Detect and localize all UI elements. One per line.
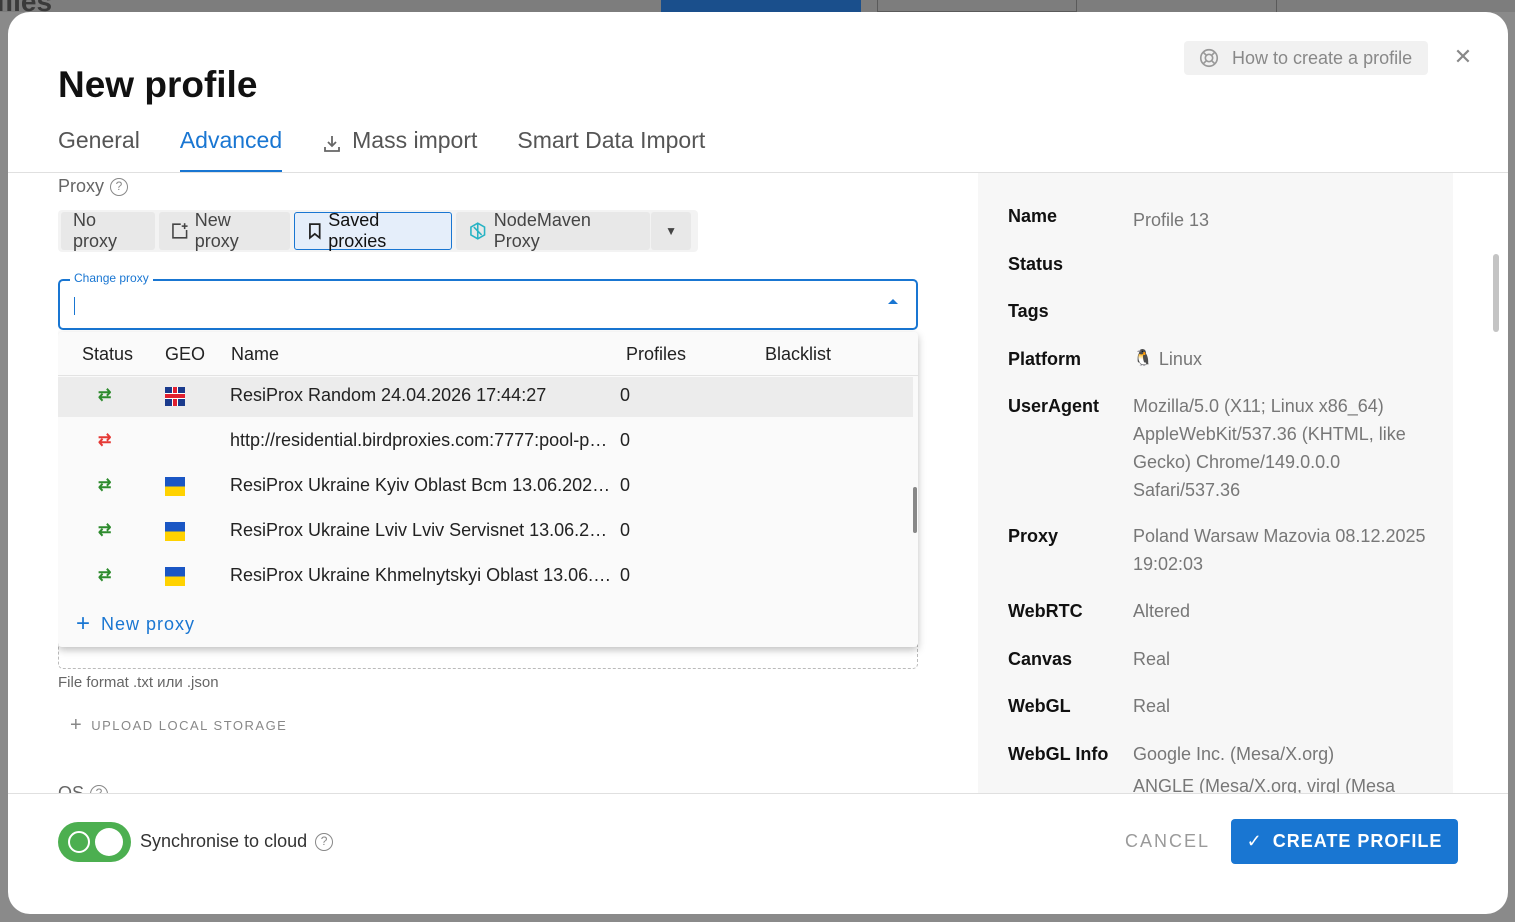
status-sync-icon: ⇄ bbox=[98, 477, 112, 494]
help-icon[interactable]: ? bbox=[90, 784, 109, 793]
tab-mass-import[interactable]: Mass import bbox=[322, 122, 477, 172]
caret-down-icon: ▼ bbox=[665, 224, 677, 238]
help-icon[interactable]: ? bbox=[315, 832, 334, 851]
proxy-name: ResiProx Ukraine Khmelnytskyi Oblast 13.… bbox=[230, 565, 615, 585]
cloud-check-icon bbox=[68, 831, 90, 853]
tab-advanced[interactable]: Advanced bbox=[179, 122, 283, 172]
change-proxy-input[interactable] bbox=[72, 295, 852, 317]
how-to-label: How to create a profile bbox=[1232, 47, 1413, 68]
background-create-profile-button bbox=[661, 0, 861, 12]
proxy-row[interactable]: ⇄ http://residential.birdproxies.com:777… bbox=[58, 422, 913, 462]
flag-ua-icon bbox=[165, 477, 185, 496]
new-proxy-button[interactable]: New proxy bbox=[159, 210, 290, 251]
proxy-profiles: 0 bbox=[620, 430, 631, 450]
background-search bbox=[1276, 0, 1515, 12]
status-sync-icon: ⇄ bbox=[98, 567, 112, 584]
column-status: Status bbox=[82, 344, 134, 364]
column-geo: GEO bbox=[165, 344, 206, 364]
profile-summary-panel: Name Profile 13 Status Tags Platform 🐧 L… bbox=[978, 173, 1453, 793]
status-sync-icon: ⇄ bbox=[98, 432, 112, 449]
nodemaven-proxy-button[interactable]: NodeMaven Proxy bbox=[456, 210, 651, 251]
plus-icon: + bbox=[76, 610, 92, 637]
flag-ua-icon bbox=[165, 567, 185, 586]
footer-divider bbox=[8, 793, 1508, 794]
caret-up-icon[interactable] bbox=[888, 299, 898, 304]
text-cursor bbox=[74, 297, 75, 315]
toggle-knob bbox=[95, 828, 123, 856]
add-box-icon bbox=[172, 223, 188, 239]
os-section-label: OS ? bbox=[58, 783, 109, 793]
proxy-name: ResiProx Ukraine Lviv Lviv Servisnet 13.… bbox=[230, 520, 615, 540]
column-blacklist: Blacklist bbox=[765, 344, 832, 364]
status-sync-icon: ⇄ bbox=[98, 522, 112, 539]
lifebuoy-icon bbox=[1199, 48, 1219, 68]
proxy-section-label: Proxy ? bbox=[58, 176, 129, 197]
saved-proxies-button[interactable]: Saved proxies bbox=[293, 210, 453, 251]
change-proxy-field[interactable]: Change proxy bbox=[58, 271, 918, 330]
tab-general[interactable]: General bbox=[58, 122, 140, 172]
download-icon bbox=[324, 136, 341, 152]
tab-bar: General Advanced Mass import Smart Data … bbox=[58, 122, 745, 172]
plus-icon: + bbox=[70, 714, 84, 736]
proxy-profiles: 0 bbox=[620, 385, 631, 405]
proxy-profiles: 0 bbox=[620, 520, 631, 540]
dropdown-header: Status GEO Name Profiles Blacklist bbox=[58, 332, 918, 376]
dialog-title: New profile bbox=[58, 64, 258, 105]
dropdown-scrollbar[interactable] bbox=[913, 487, 917, 533]
proxy-profiles: 0 bbox=[620, 565, 631, 585]
proxy-name: ResiProx Random 24.04.2026 17:44:27 bbox=[230, 385, 547, 405]
tab-smart-data-import[interactable]: Smart Data Import bbox=[517, 122, 705, 172]
saved-proxies-dropdown: Status GEO Name Profiles Blacklist ⇄ Res… bbox=[58, 332, 918, 647]
proxy-name: ResiProx Ukraine Kyiv Oblast Bcm 13.06.2… bbox=[230, 475, 615, 495]
nodemaven-logo-icon bbox=[470, 222, 486, 240]
new-profile-dialog: New profile How to create a profile ✕ Ge… bbox=[8, 12, 1508, 914]
proxy-row[interactable]: ⇄ ResiProx Ukraine Lviv Lviv Servisnet 1… bbox=[58, 512, 913, 552]
proxy-more-dropdown-button[interactable]: ▼ bbox=[651, 212, 691, 250]
advanced-settings-panel: Proxy ? No proxy New proxy Saved proxies bbox=[58, 173, 938, 793]
cancel-button[interactable]: CANCEL bbox=[1125, 831, 1210, 852]
proxy-row[interactable]: ⇄ ResiProx Ukraine Khmelnytskyi Oblast 1… bbox=[58, 557, 913, 597]
check-icon: ✓ bbox=[1246, 831, 1263, 851]
sync-cloud-toggle[interactable] bbox=[58, 822, 131, 862]
proxy-row[interactable]: ⇄ ResiProx Random 24.04.2026 17:44:27 0 bbox=[58, 377, 913, 417]
bookmark-icon bbox=[308, 223, 321, 240]
change-proxy-label: Change proxy bbox=[70, 271, 153, 285]
dropdown-new-proxy-button[interactable]: + New proxy bbox=[76, 610, 195, 638]
no-proxy-button[interactable]: No proxy bbox=[61, 210, 156, 251]
close-icon[interactable]: ✕ bbox=[1452, 46, 1474, 68]
flag-ua-icon bbox=[165, 522, 185, 541]
column-profiles: Profiles bbox=[626, 344, 687, 364]
help-icon[interactable]: ? bbox=[110, 177, 129, 196]
proxy-name: http://residential.birdproxies.com:7777:… bbox=[230, 430, 615, 450]
create-profile-button[interactable]: ✓ CREATE PROFILE bbox=[1231, 819, 1458, 864]
proxy-row[interactable]: ⇄ ResiProx Ukraine Kyiv Oblast Bcm 13.06… bbox=[58, 467, 913, 507]
status-sync-icon: ⇄ bbox=[98, 387, 112, 404]
sync-cloud-label: Synchronise to cloud ? bbox=[140, 831, 334, 852]
proxy-profiles: 0 bbox=[620, 475, 631, 495]
background-quick-profile-button bbox=[877, 0, 1077, 12]
proxy-type-selector: No proxy New proxy Saved proxies NodeMav… bbox=[58, 210, 698, 252]
flag-uk-icon bbox=[165, 387, 185, 406]
how-to-create-profile-button[interactable]: How to create a profile bbox=[1184, 41, 1428, 75]
linux-icon: 🐧 bbox=[1133, 350, 1153, 367]
upload-local-storage-button[interactable]: + UPLOAD LOCAL STORAGE bbox=[70, 714, 287, 737]
column-name: Name bbox=[231, 344, 280, 364]
summary-scrollbar[interactable] bbox=[1493, 254, 1499, 332]
file-format-hint: File format .txt или .json bbox=[58, 674, 219, 691]
